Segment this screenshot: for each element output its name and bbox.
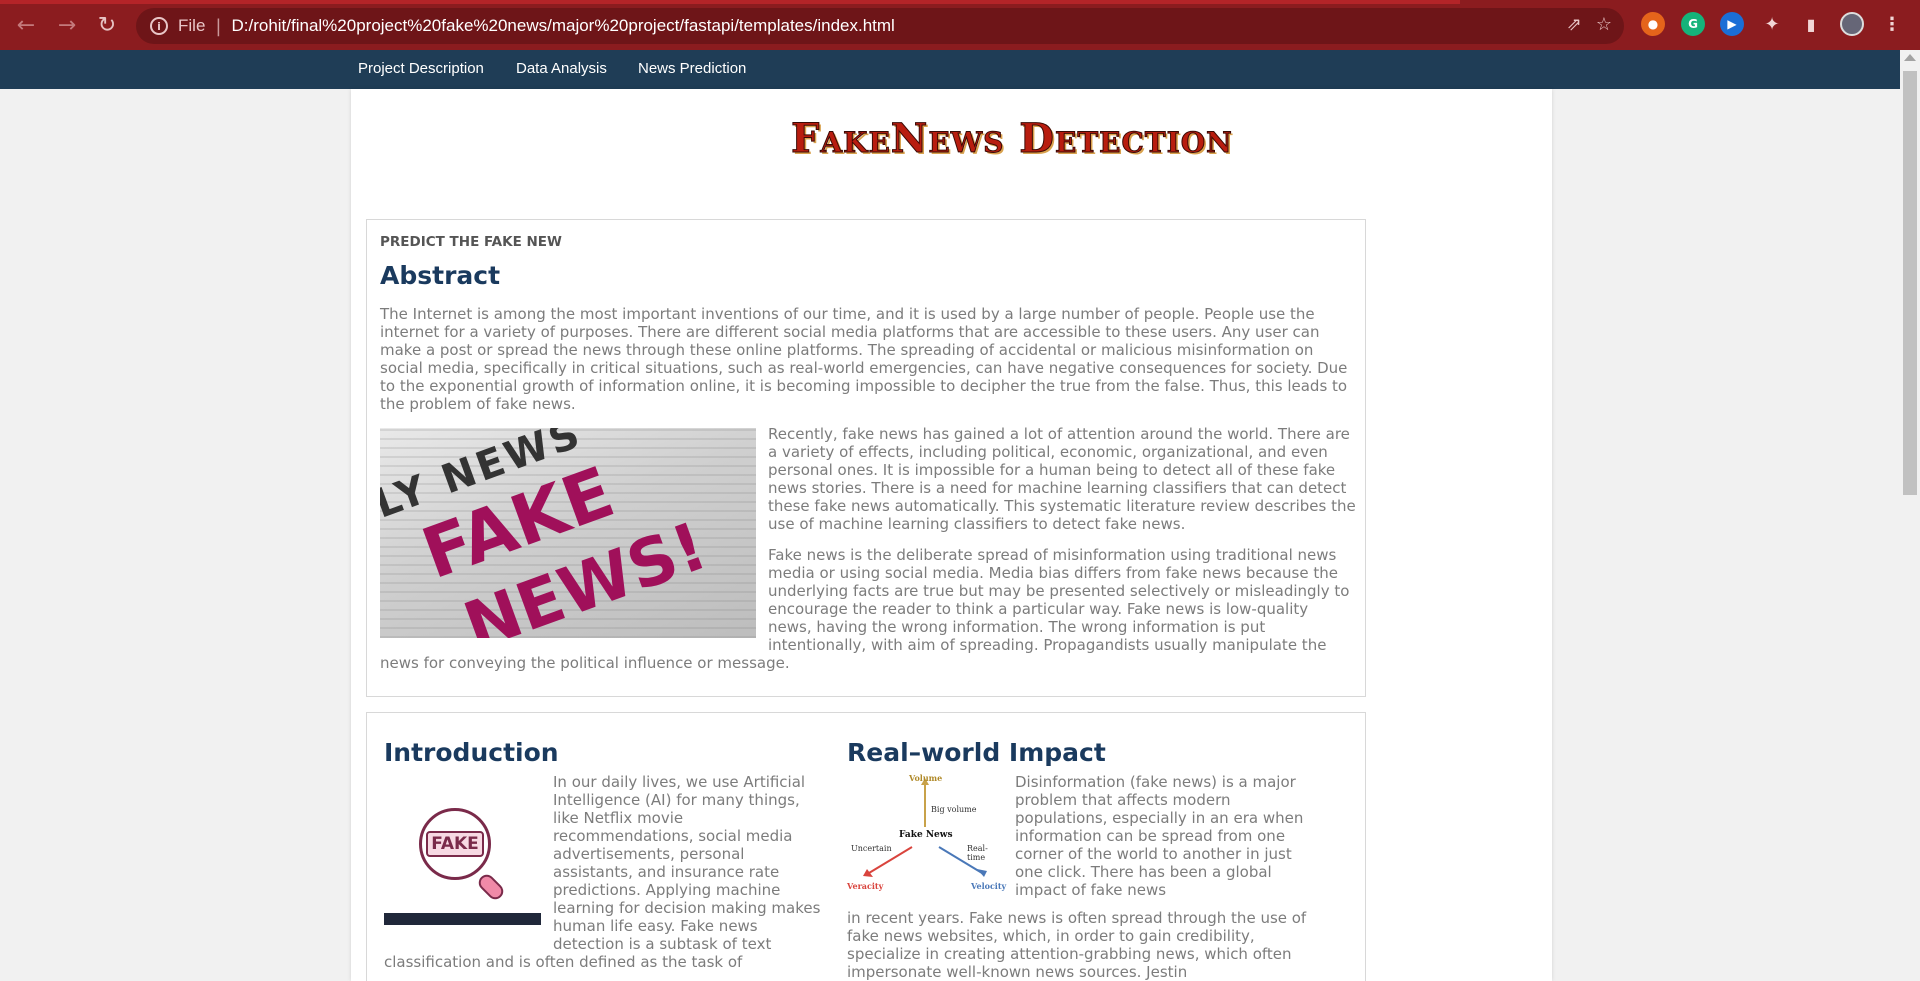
diagram-center-label: Fake News	[899, 830, 953, 840]
diagram-uncertain-label: Uncertain	[851, 844, 892, 853]
abstract-paragraph-2: Recently, fake news has gained a lot of …	[768, 425, 1356, 533]
page-scrollbar[interactable]	[1900, 50, 1920, 981]
impact-paragraph: Disinformation (fake news) is a major pr…	[1015, 773, 1304, 899]
fake-news-newspaper-image: LY NEWS FAKE NEWS!	[380, 428, 756, 638]
scroll-thumb[interactable]	[1903, 71, 1917, 495]
extensions-puzzle-icon[interactable]: ✦	[1760, 12, 1784, 36]
extension-flame-icon[interactable]: ●	[1641, 12, 1665, 36]
abstract-paragraph-3: Fake news is the deliberate spread of mi…	[768, 546, 1350, 654]
fake-news-3v-diagram: Volume Big volume Fake News Uncertain Re…	[847, 773, 1007, 893]
scroll-up-icon[interactable]	[1904, 54, 1916, 61]
real-world-impact-heading: Real–world Impact	[847, 738, 1106, 767]
side-panel-icon[interactable]: ▮	[1799, 12, 1823, 36]
introduction-paragraph-continued: classification and is often defined as t…	[384, 953, 743, 971]
abstract-heading: Abstract	[380, 261, 501, 290]
stock-watermark-bar	[384, 913, 541, 925]
diagram-big-volume-label: Big volume	[931, 805, 977, 814]
diagram-realtime-label: Real-time	[967, 844, 988, 862]
menu-kebab-icon[interactable]: ⋮	[1880, 12, 1904, 36]
site-navbar: Project Description Data Analysis News P…	[0, 50, 1900, 89]
bookmark-star-icon[interactable]: ☆	[1596, 14, 1612, 35]
grammarly-icon[interactable]: G	[1681, 12, 1705, 36]
abstract-paragraph-1: The Internet is among the most important…	[380, 305, 1348, 413]
introduction-paragraph: In our daily lives, we use Artificial In…	[553, 773, 821, 953]
magnifier-handle-icon	[475, 871, 507, 903]
address-bar[interactable]: i File | D:/rohit/final%20project%20fake…	[136, 8, 1624, 44]
nav-data-analysis[interactable]: Data Analysis	[516, 60, 607, 77]
intro-impact-card: Introduction FAKE In our daily lives, we…	[366, 712, 1366, 981]
address-divider: |	[215, 15, 222, 37]
nav-project-description[interactable]: Project Description	[358, 60, 484, 77]
extension-play-icon[interactable]: ▶	[1720, 12, 1744, 36]
back-icon[interactable]: ←	[10, 9, 42, 41]
impact-paragraph-continued: in recent years. Fake news is often spre…	[847, 909, 1307, 981]
forward-icon[interactable]: →	[51, 9, 83, 41]
site-info-icon[interactable]: i	[150, 17, 168, 35]
share-icon[interactable]: ⇗	[1567, 14, 1582, 35]
section-kicker: PREDICT THE FAKE NEW	[380, 234, 562, 250]
fake-badge-icon: FAKE	[419, 808, 491, 880]
page-container: FakeNews Detection PREDICT THE FAKE NEW …	[351, 89, 1552, 981]
browser-toolbar: ← → ↻ i File | D:/rohit/final%20project%…	[0, 0, 1920, 50]
fake-magnifier-image: FAKE	[384, 773, 541, 928]
diagram-volume-label: Volume	[909, 773, 943, 783]
abstract-paragraph-3-tail: news for conveying the political influen…	[380, 654, 790, 672]
introduction-heading: Introduction	[384, 738, 559, 767]
abstract-card: PREDICT THE FAKE NEW Abstract The Intern…	[366, 219, 1366, 697]
profile-avatar[interactable]	[1840, 12, 1864, 36]
diagram-velocity-label: Velocity	[971, 881, 1007, 891]
reload-icon[interactable]: ↻	[91, 9, 123, 41]
file-scheme-label: File	[178, 16, 206, 35]
diagram-veracity-label: Veracity	[847, 881, 884, 891]
fake-badge-text: FAKE	[426, 831, 484, 857]
url-text[interactable]: D:/rohit/final%20project%20fake%20news/m…	[231, 16, 894, 36]
nav-news-prediction[interactable]: News Prediction	[638, 60, 746, 77]
site-logo-title: FakeNews Detection	[791, 115, 1233, 163]
